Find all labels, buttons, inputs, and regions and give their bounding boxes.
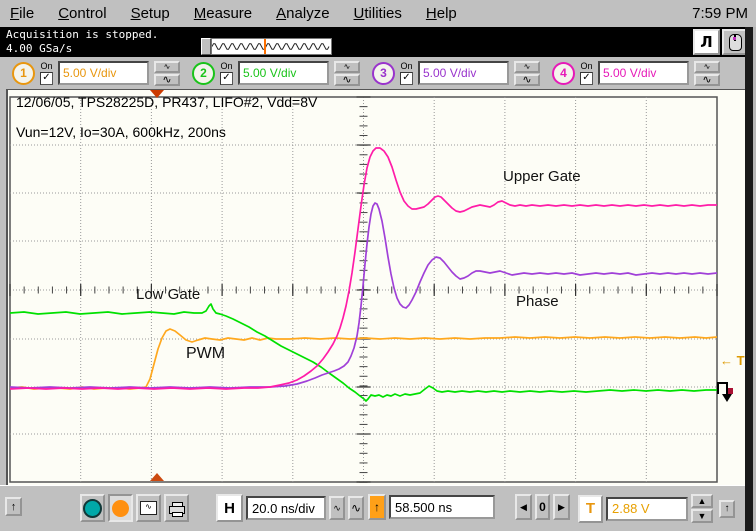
acquisition-status: Acquisition is stopped. bbox=[6, 28, 159, 41]
channel-2-on-toggle: On ✓ bbox=[220, 60, 233, 85]
menu-analyze[interactable]: Analyze bbox=[276, 5, 329, 22]
stop-icon bbox=[112, 499, 129, 517]
channel-1-badge[interactable]: 1 bbox=[12, 61, 35, 85]
channel-4-scale-decrease[interactable]: ∿ bbox=[694, 60, 720, 73]
sample-rate: 4.00 GSa/s bbox=[6, 42, 73, 55]
trigger-level-down-button[interactable]: ▼ bbox=[691, 509, 713, 523]
channel-2-on-label: On bbox=[220, 60, 233, 71]
annotation-line2: Vun=12V, Io=30A, 600kHz, 200ns bbox=[16, 124, 226, 140]
preview-slider-cap[interactable] bbox=[201, 38, 211, 55]
channel-3-badge[interactable]: 3 bbox=[372, 61, 395, 85]
expand-right-button[interactable]: ↑ bbox=[719, 499, 735, 518]
timebase-coarse-button[interactable]: ∿ bbox=[348, 496, 364, 520]
status-buttons: Л bbox=[693, 29, 749, 55]
run-button[interactable] bbox=[80, 494, 105, 522]
preview-waveform-icon bbox=[211, 43, 330, 50]
channel-3-controls: 3 On ✓ 5.00 V/div ∿ ∿ bbox=[372, 60, 552, 86]
channel-4-scale-field[interactable]: 5.00 V/div bbox=[598, 61, 689, 85]
trigger-time-marker-bottom[interactable] bbox=[150, 473, 164, 481]
preview-slider-track[interactable] bbox=[211, 38, 332, 55]
timebase-field[interactable]: 20.0 ns/div bbox=[246, 496, 326, 520]
channel-1-scale-decrease[interactable]: ∿ bbox=[154, 60, 180, 73]
channel-2-scale-spinner: ∿ ∿ bbox=[334, 60, 360, 86]
delay-increase-button[interactable]: ▶ bbox=[553, 494, 570, 520]
channel-1-on-checkbox[interactable]: ✓ bbox=[40, 71, 53, 85]
channel-1-controls: 1 On ✓ 5.00 V/div ∿ ∿ bbox=[12, 60, 192, 86]
channel-3-scale-decrease[interactable]: ∿ bbox=[514, 60, 540, 73]
menu-utilities[interactable]: Utilities bbox=[354, 5, 402, 22]
delay-zero-button[interactable]: 0 bbox=[535, 494, 550, 520]
channel-2-controls: 2 On ✓ 5.00 V/div ∿ ∿ bbox=[192, 60, 372, 86]
pulse-width-button[interactable]: Л bbox=[693, 29, 720, 55]
menu-help[interactable]: Help bbox=[426, 5, 457, 22]
channel-4-on-toggle: On ✓ bbox=[580, 60, 593, 85]
menu-setup[interactable]: Setup bbox=[131, 5, 170, 22]
channel-4-on-checkbox[interactable]: ✓ bbox=[580, 71, 593, 85]
channel-2-badge[interactable]: 2 bbox=[192, 61, 215, 85]
menu-file[interactable]: File bbox=[10, 5, 34, 22]
ground-reference-marker-icon[interactable] bbox=[712, 380, 738, 404]
menu-control[interactable]: Control bbox=[58, 5, 106, 22]
trigger-level-up-button[interactable]: ▲ bbox=[691, 494, 713, 508]
channel-3-on-toggle: On ✓ bbox=[400, 60, 413, 85]
channel-2-scale-decrease[interactable]: ∿ bbox=[334, 60, 360, 73]
acquisition-preview-slider[interactable] bbox=[201, 38, 332, 55]
trigger-level-field[interactable]: 2.88 V bbox=[606, 496, 688, 521]
label-upper-gate: Upper Gate bbox=[503, 168, 581, 185]
pulse-icon: Л bbox=[700, 33, 713, 51]
channel-1-scale-increase[interactable]: ∿ bbox=[154, 73, 180, 86]
channel-controls-bar: 1 On ✓ 5.00 V/div ∿ ∿ 2 On ✓ 5.00 V/div ∿ ∿ 3 On ✓ 5.00… bbox=[0, 57, 745, 89]
horizontal-position-button[interactable]: ↑ bbox=[368, 494, 386, 520]
oscilloscope-screen: File Control Setup Measure Analyze Utilities H… bbox=[0, 0, 756, 531]
status-bar: Acquisition is stopped. 4.00 GSa/s Л bbox=[0, 27, 756, 57]
clear-display-icon: ∿ bbox=[140, 501, 157, 515]
channel-3-on-label: On bbox=[400, 60, 413, 71]
clear-display-button[interactable]: ∿ bbox=[136, 494, 161, 522]
channel-2-on-checkbox[interactable]: ✓ bbox=[220, 71, 233, 85]
channel-1-scale-field[interactable]: 5.00 V/div bbox=[58, 61, 149, 85]
delay-field[interactable]: 58.500 ns bbox=[389, 495, 495, 519]
label-pwm: PWM bbox=[186, 345, 226, 362]
channel-1-on-toggle: On ✓ bbox=[40, 60, 53, 85]
label-phase: Phase bbox=[516, 293, 559, 310]
channel-3-scale-field[interactable]: 5.00 V/div bbox=[418, 61, 509, 85]
graticule-and-traces bbox=[9, 96, 718, 483]
run-icon bbox=[83, 498, 102, 518]
menu-measure[interactable]: Measure bbox=[194, 5, 252, 22]
expand-left-button[interactable]: ↑ bbox=[5, 497, 22, 516]
timebase-fine-button[interactable]: ∿ bbox=[329, 496, 345, 520]
waveform-display[interactable]: 12/06/05, TPS28225D, PR437, LIFO#2, Vdd=… bbox=[6, 89, 746, 485]
channel-4-on-label: On bbox=[580, 60, 593, 71]
channel-1-scale-spinner: ∿ ∿ bbox=[154, 60, 180, 86]
label-low-gate: Low Gate bbox=[136, 286, 201, 303]
channel-3-scale-spinner: ∿ ∿ bbox=[514, 60, 540, 86]
trigger-time-marker-top[interactable] bbox=[150, 90, 164, 98]
channel-4-scale-increase[interactable]: ∿ bbox=[694, 73, 720, 86]
printer-icon bbox=[168, 501, 185, 517]
trigger-level-marker[interactable]: ← T bbox=[720, 353, 745, 368]
menu-items: File Control Setup Measure Analyze Utilities H… bbox=[0, 5, 692, 22]
channel-4-scale-spinner: ∿ ∿ bbox=[694, 60, 720, 86]
channel-2-scale-increase[interactable]: ∿ bbox=[334, 73, 360, 86]
channel-1-on-label: On bbox=[40, 60, 53, 71]
menu-bar: File Control Setup Measure Analyze Utilities H… bbox=[0, 0, 756, 28]
mouse-icon bbox=[729, 33, 742, 51]
channel-4-badge[interactable]: 4 bbox=[552, 61, 575, 85]
horizontal-trigger-toolbar: ↑ ∿ H 20.0 ns/div ∿ ∿ ↑ 58.500 ns ◀ 0 ▶ … bbox=[0, 485, 745, 531]
annotation-line1: 12/06/05, TPS28225D, PR437, LIFO#2, Vdd=… bbox=[16, 94, 318, 110]
screen-edge-strip bbox=[745, 27, 756, 531]
trigger-setup-button[interactable]: T bbox=[578, 494, 603, 523]
channel-3-scale-increase[interactable]: ∿ bbox=[514, 73, 540, 86]
channel-3-on-checkbox[interactable]: ✓ bbox=[400, 71, 413, 85]
horizontal-setup-button[interactable]: H bbox=[216, 494, 243, 522]
preview-position-marker[interactable] bbox=[264, 39, 266, 54]
clock: 7:59 PM bbox=[692, 5, 748, 22]
delay-decrease-button[interactable]: ◀ bbox=[515, 494, 532, 520]
channel-2-scale-field[interactable]: 5.00 V/div bbox=[238, 61, 329, 85]
stop-button[interactable] bbox=[108, 494, 133, 522]
print-button[interactable] bbox=[164, 494, 189, 522]
channel-4-controls: 4 On ✓ 5.00 V/div ∿ ∿ bbox=[552, 60, 732, 86]
status-text: Acquisition is stopped. 4.00 GSa/s bbox=[6, 28, 158, 56]
